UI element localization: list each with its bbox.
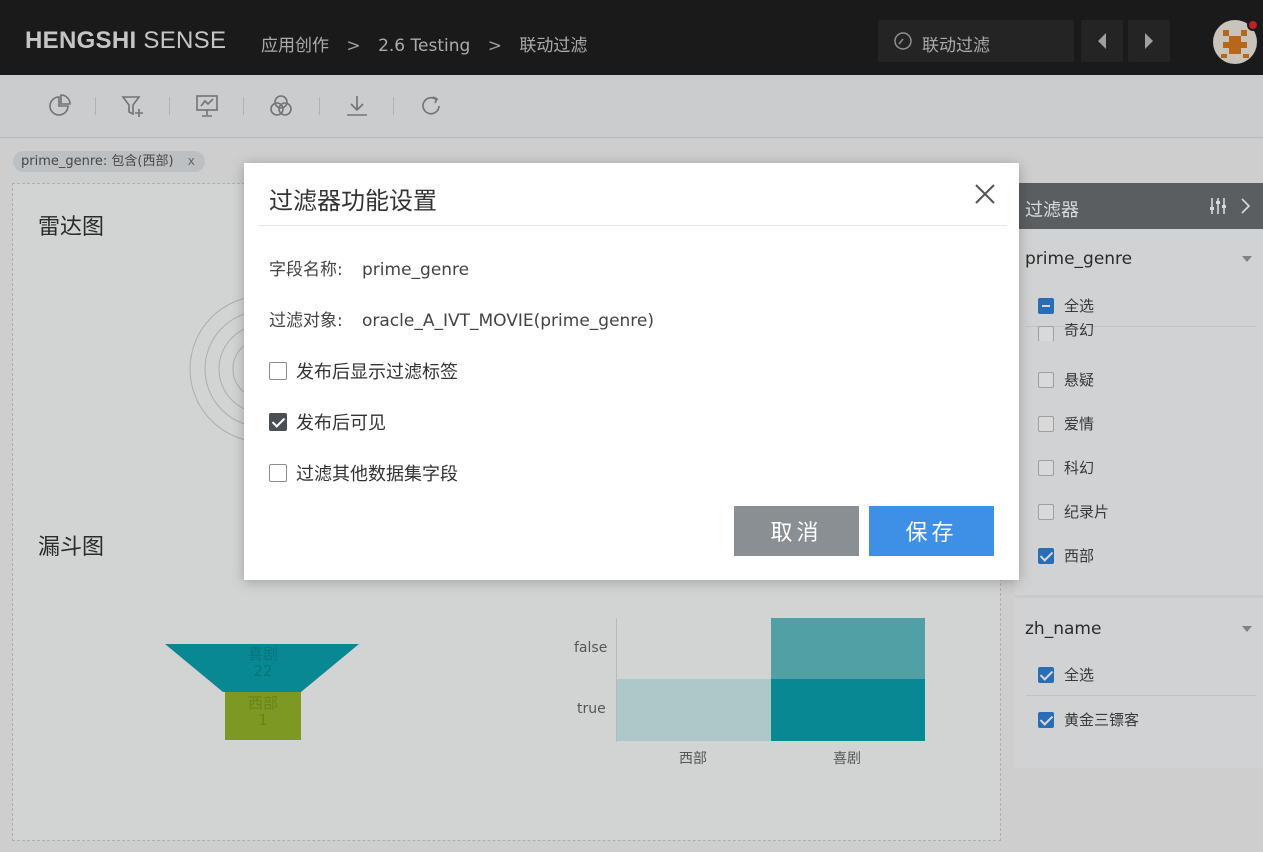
field-name-value: prime_genre: [362, 260, 470, 280]
dialog-title: 过滤器功能设置: [269, 187, 437, 215]
option-show-filter-tag[interactable]: 发布后显示过滤标签: [269, 358, 458, 384]
option-filter-other-dataset-fields[interactable]: 过滤其他数据集字段: [269, 460, 458, 486]
show-filter-tag-checkbox[interactable]: [269, 362, 287, 380]
close-icon[interactable]: [972, 181, 998, 207]
save-button[interactable]: 保存: [869, 506, 994, 556]
cancel-button[interactable]: 取消: [734, 506, 859, 556]
filter-other-fields-checkbox[interactable]: [269, 464, 287, 482]
filter-target-label: 过滤对象:: [269, 311, 343, 331]
filter-settings-dialog: 过滤器功能设置 字段名称: prime_genre 过滤对象: oracle_A_I…: [244, 163, 1019, 580]
field-name-row: 字段名称: prime_genre: [269, 255, 469, 280]
visible-after-publish-checkbox[interactable]: [269, 413, 287, 431]
filter-target-value: oracle_A_IVT_MOVIE(prime_genre): [362, 311, 655, 331]
option-label: 发布后可见: [296, 413, 386, 434]
filter-target-row: 过滤对象: oracle_A_IVT_MOVIE(prime_genre): [269, 306, 654, 331]
option-label: 过滤其他数据集字段: [296, 464, 458, 485]
field-name-label: 字段名称:: [269, 260, 343, 280]
dialog-divider: [259, 225, 1007, 226]
option-label: 发布后显示过滤标签: [296, 362, 458, 383]
option-visible-after-publish[interactable]: 发布后可见: [269, 409, 386, 435]
